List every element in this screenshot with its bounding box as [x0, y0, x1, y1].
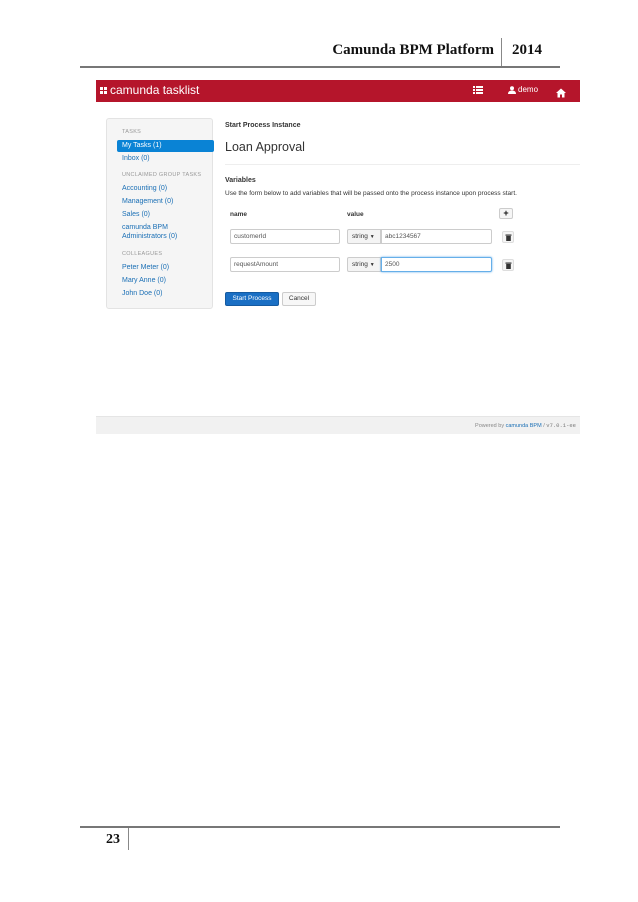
header-divider: [501, 38, 502, 66]
document-title: Camunda BPM Platform: [332, 42, 494, 58]
column-header-value: value: [347, 211, 364, 218]
page-number: 23: [106, 832, 120, 847]
main-content: Start Process Instance Loan Approval Var…: [225, 118, 580, 318]
help-text: Use the form below to add variables that…: [225, 190, 517, 197]
plus-icon: +: [503, 208, 509, 218]
variable-value-input[interactable]: [381, 229, 492, 244]
variable-row: string ▼: [225, 229, 580, 245]
camunda-logo-icon: [100, 86, 107, 94]
variable-name-input[interactable]: [230, 229, 340, 244]
caret-down-icon: ▼: [369, 262, 375, 268]
tasklist-screenshot: camunda tasklist demo TASKS My Tasks (1): [96, 80, 580, 434]
footer-divider: [128, 828, 129, 850]
type-dropdown[interactable]: string ▼: [347, 257, 381, 272]
tasks-heading: TASKS: [122, 129, 142, 135]
sidebar-item-inbox[interactable]: Inbox (0): [122, 154, 150, 163]
powered-prefix: Powered by: [475, 423, 505, 429]
trash-icon: [505, 262, 512, 269]
sidebar-item-sales[interactable]: Sales (0): [122, 210, 150, 219]
colleagues-heading: COLLEAGUES: [122, 251, 163, 257]
variable-value-input[interactable]: [381, 257, 492, 272]
sidebar-item-peter-meter[interactable]: Peter Meter (0): [122, 263, 169, 272]
brand-label: camunda tasklist: [110, 83, 200, 97]
user-name: demo: [518, 85, 539, 94]
footer-rule: [80, 826, 560, 828]
type-label: string: [352, 233, 368, 240]
group-tasks-heading: UNCLAIMED GROUP TASKS: [122, 172, 202, 178]
type-dropdown[interactable]: string ▼: [347, 229, 381, 244]
navbar: camunda tasklist demo: [96, 80, 580, 102]
version-label: v7.0.1-ee: [546, 422, 576, 429]
document-year: 2014: [512, 42, 542, 58]
home-icon[interactable]: [556, 85, 568, 98]
sidebar-item-my-tasks[interactable]: My Tasks (1): [117, 140, 214, 152]
user-icon: [508, 85, 516, 94]
delete-variable-button[interactable]: [502, 259, 514, 271]
sidebar-item-admins-line2[interactable]: Administrators (0): [122, 232, 177, 241]
column-header-name: name: [230, 211, 247, 218]
delete-variable-button[interactable]: [502, 231, 514, 243]
user-menu[interactable]: demo: [508, 85, 538, 94]
sidebar-item-accounting[interactable]: Accounting (0): [122, 184, 167, 193]
list-icon[interactable]: [473, 85, 485, 97]
cancel-button[interactable]: Cancel: [282, 292, 316, 306]
brand[interactable]: camunda tasklist: [100, 83, 199, 97]
sidebar: TASKS My Tasks (1) Inbox (0) UNCLAIMED G…: [106, 118, 214, 309]
start-process-button[interactable]: Start Process: [225, 292, 279, 306]
caret-down-icon: ▼: [369, 234, 375, 240]
variable-name-input[interactable]: [230, 257, 340, 272]
sidebar-item-john-doe[interactable]: John Doe (0): [122, 289, 162, 298]
my-tasks-label: My Tasks (1): [122, 142, 162, 149]
sidebar-item-mary-anne[interactable]: Mary Anne (0): [122, 276, 166, 285]
page-title: Loan Approval: [225, 140, 305, 154]
app-footer: Powered by camunda BPM / v7.0.1-ee: [96, 416, 580, 434]
variable-row: string ▼: [225, 257, 580, 273]
sidebar-item-admins-line1[interactable]: camunda BPM: [122, 223, 168, 232]
title-divider: [225, 164, 580, 165]
camunda-bpm-link[interactable]: camunda BPM: [506, 423, 542, 429]
variables-label: Variables: [225, 177, 256, 184]
powered-by: Powered by camunda BPM / v7.0.1-ee: [475, 422, 576, 429]
header-rule: [80, 66, 560, 68]
type-label: string: [352, 261, 368, 268]
trash-icon: [505, 234, 512, 241]
document-header: Camunda BPM Platform 2014: [80, 36, 560, 68]
add-variable-button[interactable]: +: [499, 208, 513, 219]
breadcrumb: Start Process Instance: [225, 122, 301, 129]
sidebar-item-management[interactable]: Management (0): [122, 197, 173, 206]
